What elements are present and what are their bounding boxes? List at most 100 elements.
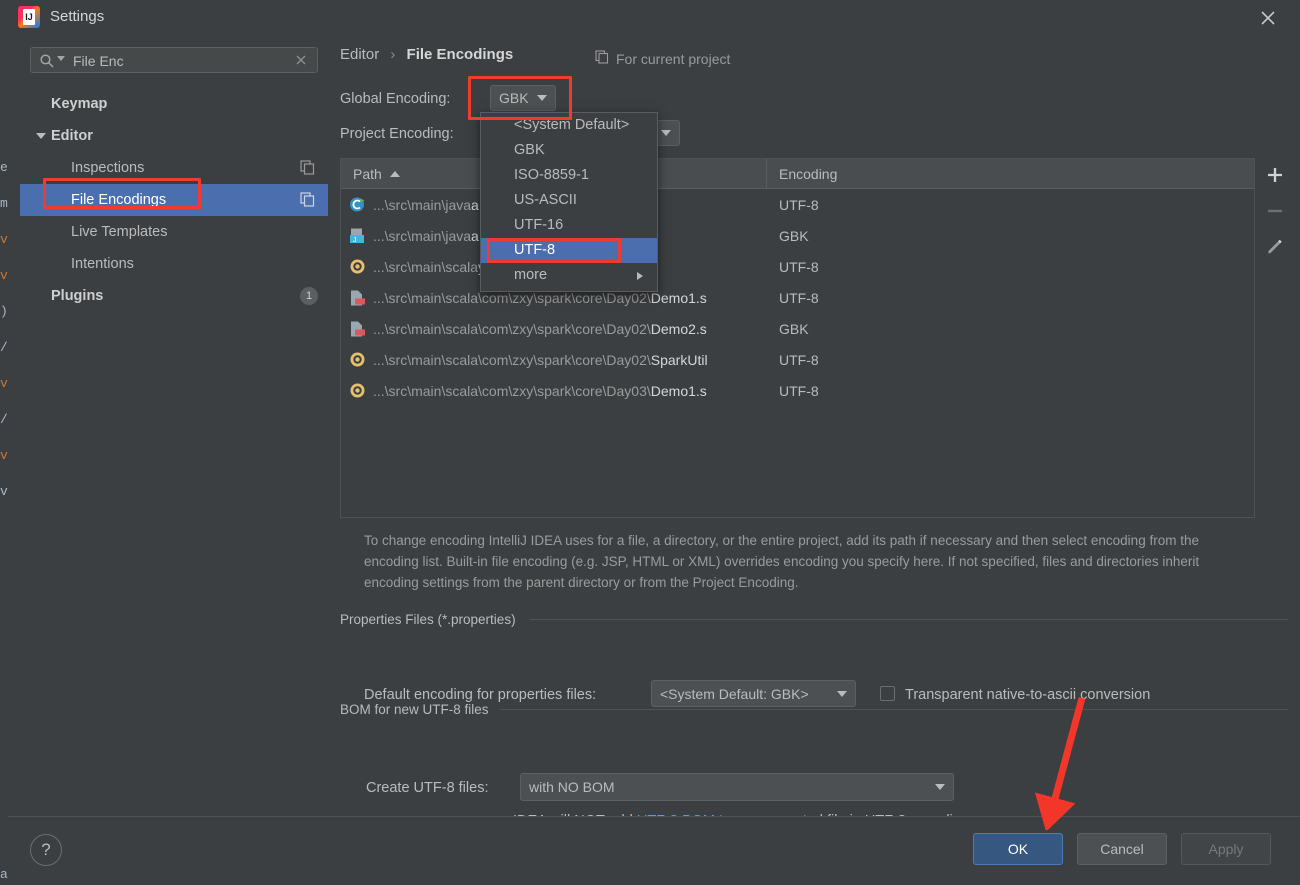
for-current-project-text: For current project bbox=[616, 50, 731, 67]
bom-group-header: BOM for new UTF-8 files bbox=[340, 702, 489, 717]
sidebar-item-plugins[interactable]: Plugins 1 bbox=[20, 280, 328, 312]
dialog-title: Settings bbox=[50, 8, 105, 25]
search-input[interactable] bbox=[73, 51, 283, 71]
breadcrumb-current: File Encodings bbox=[406, 46, 514, 63]
dialog-titlebar: Settings bbox=[8, 0, 1300, 35]
menu-item-system-default[interactable]: <System Default> bbox=[481, 113, 657, 138]
sidebar-item-inspections[interactable]: Inspections bbox=[20, 152, 328, 184]
menu-item-gbk[interactable]: GBK bbox=[481, 138, 657, 163]
settings-tree: Keymap Editor Inspections File Encodings… bbox=[20, 88, 328, 312]
table-toolbar bbox=[1255, 158, 1295, 518]
cancel-button[interactable]: Cancel bbox=[1077, 833, 1167, 865]
close-icon[interactable] bbox=[1256, 6, 1280, 30]
chevron-down-icon bbox=[661, 130, 671, 136]
row-encoding[interactable]: UTF-8 bbox=[779, 197, 819, 213]
sidebar-item-keymap[interactable]: Keymap bbox=[20, 88, 328, 120]
sidebar-item-label: Editor bbox=[51, 128, 93, 144]
create-utf8-files-select[interactable]: with NO BOM bbox=[520, 773, 954, 801]
properties-files-group-header: Properties Files (*.properties) bbox=[340, 612, 516, 627]
svg-text:J: J bbox=[353, 237, 357, 244]
intellij-idea-icon bbox=[18, 6, 40, 28]
sidebar-item-label: Intentions bbox=[71, 256, 134, 272]
table-row[interactable]: ...\src\main\scala\com\zxy\spark\core\Da… bbox=[341, 375, 1254, 406]
scala-object-icon bbox=[349, 258, 366, 275]
table-row[interactable]: ...\src\main\scalay01\Demo1.s UTF-8 bbox=[341, 251, 1254, 282]
sidebar-item-label: Inspections bbox=[71, 160, 145, 176]
remove-path-button[interactable] bbox=[1262, 198, 1288, 224]
java-class-icon: J bbox=[349, 227, 366, 244]
breadcrumb-separator: › bbox=[390, 46, 396, 63]
chevron-down-icon bbox=[837, 690, 847, 697]
transparent-native-to-ascii-checkbox[interactable] bbox=[880, 686, 895, 701]
breadcrumb: Editor › File Encodings bbox=[340, 46, 513, 63]
chevron-down-icon[interactable] bbox=[36, 133, 46, 139]
transparent-native-to-ascii-label[interactable]: Transparent native-to-ascii conversion bbox=[905, 687, 1150, 703]
table-row[interactable]: J ...\src\main\javaaDemo2.java GBK bbox=[341, 220, 1254, 251]
row-encoding[interactable]: UTF-8 bbox=[779, 259, 819, 275]
copy-settings-icon[interactable] bbox=[300, 192, 315, 207]
add-path-button[interactable] bbox=[1262, 162, 1288, 188]
menu-item-iso-8859-1[interactable]: ISO-8859-1 bbox=[481, 163, 657, 188]
sidebar-item-label: Keymap bbox=[51, 96, 108, 112]
sidebar-item-file-encodings[interactable]: File Encodings bbox=[20, 184, 328, 216]
table-body: ...\src\main\javaaDemo1.java UTF-8 J ...… bbox=[341, 189, 1254, 406]
menu-item-more-label: more bbox=[514, 267, 548, 283]
table-row[interactable]: ...\src\main\scala\com\zxy\spark\core\Da… bbox=[341, 313, 1254, 344]
help-button[interactable]: ? bbox=[30, 834, 62, 866]
sidebar-item-label: Plugins bbox=[51, 288, 104, 304]
project-scope-icon bbox=[595, 50, 609, 67]
column-header-encoding[interactable]: Encoding bbox=[767, 159, 837, 189]
file-encodings-table: Path Encoding ...\src\main\java UTF-8 J … bbox=[340, 158, 1255, 518]
sidebar-item-intentions[interactable]: Intentions bbox=[20, 248, 328, 280]
default-encoding-label: Default encoding for properties files: bbox=[364, 687, 597, 703]
global-encoding-select[interactable]: GBK bbox=[490, 85, 556, 111]
table-header: Path Encoding bbox=[341, 159, 1254, 189]
scala-object-icon bbox=[349, 382, 366, 399]
edit-path-button[interactable] bbox=[1262, 234, 1288, 260]
search-filter-chevron-down-icon[interactable] bbox=[57, 56, 65, 61]
ok-button[interactable]: OK bbox=[973, 833, 1063, 865]
create-utf8-files-label: Create UTF-8 files: bbox=[366, 780, 489, 796]
scala-object-icon bbox=[349, 351, 366, 368]
menu-item-more[interactable]: more bbox=[481, 263, 657, 288]
menu-item-utf-8[interactable]: UTF-8 bbox=[481, 238, 657, 263]
sidebar-item-label: File Encodings bbox=[71, 192, 167, 208]
table-row[interactable]: ...\src\main\javaaDemo1.java UTF-8 bbox=[341, 189, 1254, 220]
row-encoding[interactable]: UTF-8 bbox=[779, 383, 819, 399]
chevron-right-icon bbox=[637, 272, 643, 280]
apply-button[interactable]: Apply bbox=[1181, 833, 1271, 865]
global-encoding-value: GBK bbox=[499, 90, 529, 106]
scala-class-icon bbox=[349, 196, 366, 213]
chevron-down-icon bbox=[935, 784, 945, 790]
copy-settings-icon[interactable] bbox=[300, 160, 315, 175]
for-current-project-label: For current project bbox=[595, 50, 730, 67]
search-field[interactable] bbox=[30, 47, 318, 73]
scala-class-file-icon bbox=[349, 320, 366, 337]
row-encoding[interactable]: GBK bbox=[779, 321, 809, 337]
create-utf8-files-value: with NO BOM bbox=[529, 779, 615, 795]
menu-item-us-ascii[interactable]: US-ASCII bbox=[481, 188, 657, 213]
group-divider bbox=[500, 709, 1288, 710]
search-icon bbox=[39, 53, 55, 69]
default-properties-encoding-value: <System Default: GBK> bbox=[660, 685, 809, 702]
menu-item-utf-16[interactable]: UTF-16 bbox=[481, 213, 657, 238]
breadcrumb-root[interactable]: Editor bbox=[340, 46, 379, 63]
encoding-dropdown-menu: <System Default> GBK ISO-8859-1 US-ASCII… bbox=[480, 112, 658, 292]
sidebar-item-editor[interactable]: Editor bbox=[20, 120, 328, 152]
dialog-footer: ? OK Cancel Apply bbox=[8, 816, 1300, 885]
settings-sidebar: Keymap Editor Inspections bbox=[20, 40, 328, 815]
row-encoding[interactable]: UTF-8 bbox=[779, 290, 819, 306]
table-row[interactable]: ...\src\main\scala\com\zxy\spark\core\Da… bbox=[341, 282, 1254, 313]
global-encoding-label: Global Encoding: bbox=[340, 91, 451, 107]
row-encoding[interactable]: GBK bbox=[779, 228, 809, 244]
scala-class-file-icon bbox=[349, 289, 366, 306]
default-properties-encoding-select[interactable]: <System Default: GBK> bbox=[651, 680, 856, 707]
clear-icon[interactable] bbox=[293, 52, 309, 68]
encoding-help-text: To change encoding IntelliJ IDEA uses fo… bbox=[364, 533, 1200, 590]
row-encoding[interactable]: UTF-8 bbox=[779, 352, 819, 368]
column-header-path[interactable]: Path bbox=[341, 159, 400, 189]
sort-asc-icon bbox=[389, 171, 400, 177]
table-row[interactable]: ...\src\main\scala\com\zxy\spark\core\Da… bbox=[341, 344, 1254, 375]
sidebar-item-live-templates[interactable]: Live Templates bbox=[20, 216, 328, 248]
status-badge: 1 bbox=[300, 287, 318, 305]
